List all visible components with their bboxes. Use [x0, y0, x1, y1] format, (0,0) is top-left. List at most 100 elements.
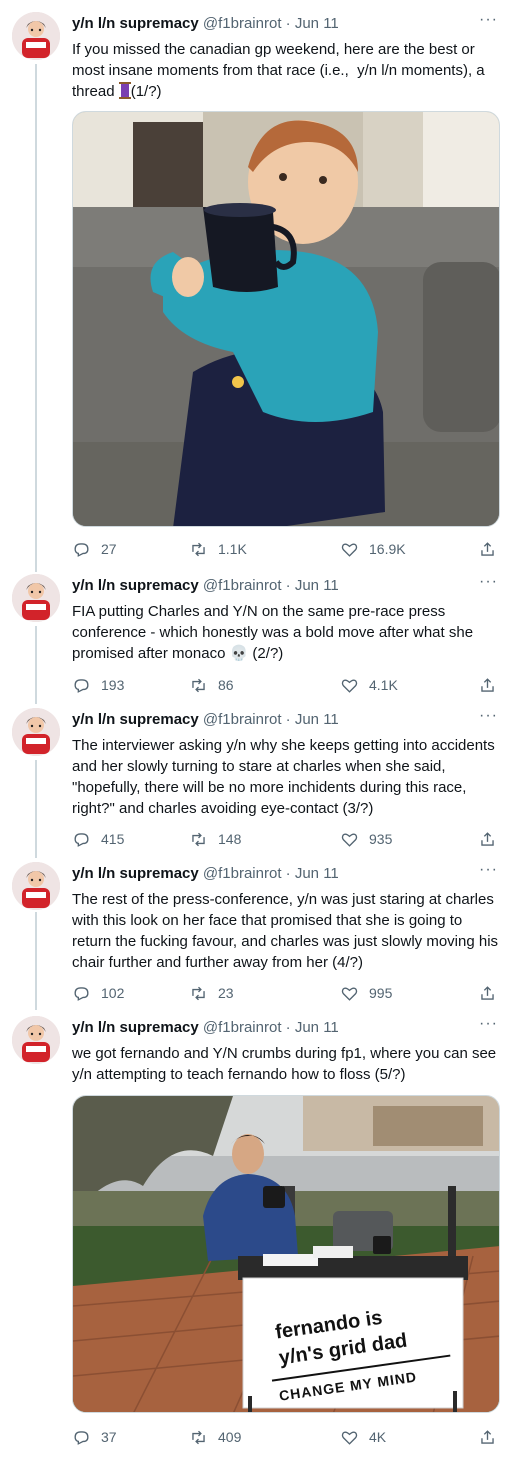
tweet-header: y/n l/n supremacy @f1brainrot · Jun 11 ·…	[72, 1015, 498, 1038]
tweet-actions: 27 1.1K 16.9K	[72, 539, 500, 559]
tweet-actions: 102 23 995	[72, 983, 500, 1003]
tweet-image-kid-with-mug[interactable]	[72, 111, 500, 527]
tweet-text-part: (2/?)	[248, 645, 284, 662]
tweet-2[interactable]: y/n l/n supremacy @f1brainrot · Jun 11 ·…	[0, 573, 512, 696]
reply-button[interactable]: 102	[72, 983, 124, 1003]
retweet-icon	[192, 832, 205, 846]
more-options-icon[interactable]: ···	[479, 860, 498, 880]
separator: ·	[285, 577, 291, 594]
tweet-1[interactable]: y/n l/n supremacy @f1brainrot · Jun 11 ·…	[0, 11, 512, 567]
retweet-icon	[192, 1430, 205, 1444]
separator: ·	[285, 865, 291, 882]
share-button[interactable]	[478, 829, 497, 849]
separator: ·	[285, 15, 291, 32]
reply-count: 102	[101, 985, 125, 1001]
retweet-button[interactable]: 23	[189, 983, 234, 1003]
tweet-text: FIA putting Charles and Y/N on the same …	[72, 601, 504, 664]
tweet-date[interactable]: Jun 11	[295, 15, 339, 32]
retweet-icon	[192, 986, 205, 1000]
tweet-text: If you missed the canadian gp weekend, h…	[72, 39, 504, 102]
share-icon	[481, 831, 494, 846]
more-options-icon[interactable]: ···	[479, 706, 498, 726]
share-button[interactable]	[478, 983, 497, 1003]
retweet-count: 23	[218, 985, 234, 1001]
like-count: 935	[369, 831, 393, 847]
more-options-icon[interactable]: ···	[479, 572, 498, 592]
heart-icon	[341, 987, 358, 1001]
author-handle[interactable]: @f1brainrot	[203, 1019, 282, 1036]
tweet-header: y/n l/n supremacy @f1brainrot · Jun 11 ·…	[72, 11, 498, 34]
author-name[interactable]: y/n l/n supremacy	[72, 711, 199, 728]
like-button[interactable]: 16.9K	[340, 539, 406, 559]
reply-count: 415	[101, 831, 125, 847]
tweet-date[interactable]: Jun 11	[295, 1019, 339, 1036]
tweet-image-change-my-mind[interactable]: fernando is y/n's grid dad CHANGE MY MIN…	[72, 1095, 500, 1413]
author-handle[interactable]: @f1brainrot	[203, 15, 282, 32]
retweet-button[interactable]: 148	[189, 829, 241, 849]
author-name[interactable]: y/n l/n supremacy	[72, 865, 199, 882]
reply-icon	[74, 832, 89, 847]
tweet-date[interactable]: Jun 11	[295, 711, 339, 728]
like-button[interactable]: 995	[340, 983, 392, 1003]
tweet-text: we got fernando and Y/N crumbs during fp…	[72, 1045, 501, 1083]
tweet-text: The interviewer asking y/n why she keeps…	[72, 737, 499, 817]
reply-button[interactable]: 27	[72, 539, 117, 559]
tweet-5[interactable]: y/n l/n supremacy @f1brainrot · Jun 11 ·…	[0, 1015, 512, 1456]
tweet-text: The rest of the press-conference, y/n wa…	[72, 891, 503, 971]
retweet-button[interactable]: 86	[189, 675, 234, 695]
retweet-count: 1.1K	[218, 541, 247, 557]
reply-count: 27	[101, 541, 117, 557]
tweet-4[interactable]: y/n l/n supremacy @f1brainrot · Jun 11 ·…	[0, 861, 512, 1004]
avatar[interactable]	[12, 574, 60, 622]
reply-count: 37	[101, 1429, 117, 1445]
author-name[interactable]: y/n l/n supremacy	[72, 577, 199, 594]
reply-button[interactable]: 37	[72, 1427, 117, 1447]
more-options-icon[interactable]: ···	[479, 10, 498, 30]
reply-icon	[74, 678, 89, 693]
separator: ·	[285, 711, 291, 728]
heart-icon	[341, 833, 358, 847]
tweet-3[interactable]: y/n l/n supremacy @f1brainrot · Jun 11 ·…	[0, 706, 512, 850]
tweet-header: y/n l/n supremacy @f1brainrot · Jun 11 ·…	[72, 861, 498, 884]
share-button[interactable]	[478, 1427, 497, 1447]
reply-icon	[74, 542, 89, 557]
author-name[interactable]: y/n l/n supremacy	[72, 15, 199, 32]
more-options-icon[interactable]: ···	[479, 1014, 498, 1034]
tweet-actions: 37 409 4K	[72, 1427, 500, 1447]
reply-count: 193	[101, 677, 125, 693]
share-icon	[481, 677, 494, 692]
avatar[interactable]	[12, 708, 60, 756]
share-button[interactable]	[478, 675, 497, 695]
tweet-date[interactable]: Jun 11	[295, 577, 339, 594]
author-handle[interactable]: @f1brainrot	[203, 577, 282, 594]
tweet-header: y/n l/n supremacy @f1brainrot · Jun 11 ·…	[72, 573, 498, 596]
heart-icon	[341, 1431, 358, 1445]
tweet-date[interactable]: Jun 11	[295, 865, 339, 882]
author-handle[interactable]: @f1brainrot	[203, 711, 282, 728]
like-button[interactable]: 4.1K	[340, 675, 398, 695]
tweet-actions: 193 86 4.1K	[72, 675, 500, 695]
separator: ·	[285, 1019, 291, 1036]
retweet-button[interactable]: 1.1K	[189, 539, 247, 559]
share-button[interactable]	[478, 539, 497, 559]
heart-icon	[341, 543, 358, 557]
like-button[interactable]: 4K	[340, 1427, 386, 1447]
retweet-button[interactable]: 409	[189, 1427, 241, 1447]
like-button[interactable]: 935	[340, 829, 392, 849]
heart-icon	[341, 679, 358, 693]
share-icon	[481, 1429, 494, 1444]
avatar[interactable]	[12, 862, 60, 910]
avatar[interactable]	[12, 1016, 60, 1064]
avatar[interactable]	[12, 12, 60, 60]
retweet-icon	[192, 678, 205, 692]
author-name[interactable]: y/n l/n supremacy	[72, 1019, 199, 1036]
like-count: 4.1K	[369, 677, 398, 693]
author-handle[interactable]: @f1brainrot	[203, 865, 282, 882]
reply-button[interactable]: 193	[72, 675, 124, 695]
skull-icon: 💀	[229, 645, 249, 662]
reply-button[interactable]: 415	[72, 829, 124, 849]
tweet-text-part: (1/?)	[130, 83, 162, 100]
like-count: 995	[369, 985, 393, 1001]
reply-icon	[74, 1430, 89, 1445]
like-count: 16.9K	[369, 541, 406, 557]
